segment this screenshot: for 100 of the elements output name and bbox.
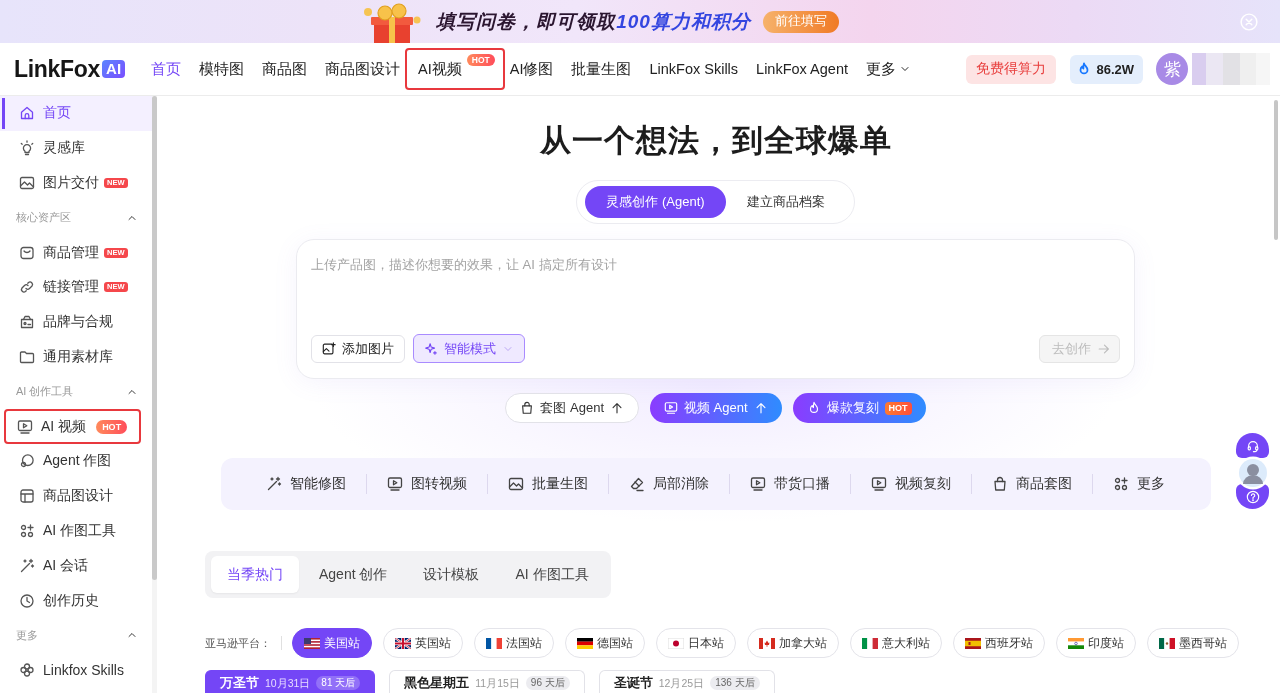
mode-dropdown[interactable]: 智能模式 bbox=[413, 334, 525, 363]
shopping-bag-icon bbox=[992, 476, 1008, 492]
hot-badge: HOT bbox=[466, 54, 495, 66]
countdown-badge: 96 天后 bbox=[525, 676, 570, 690]
category-tab[interactable]: AI 作图工具 bbox=[499, 556, 605, 593]
holiday-date: 10月31日 bbox=[265, 676, 311, 691]
page-title: 从一个想法，到全球爆单 bbox=[539, 122, 892, 160]
sidebar-item[interactable]: 灵感库 bbox=[0, 130, 152, 166]
tool-button[interactable]: 带货口播 bbox=[750, 469, 830, 499]
holiday-tab[interactable]: 圣诞节 12月25日 136 天后 bbox=[598, 670, 775, 693]
video-screen-icon bbox=[17, 418, 33, 435]
banner-headline: 填写问卷，即可领取 bbox=[436, 9, 617, 34]
countdown-badge: 81 天后 bbox=[316, 676, 361, 690]
flag-icon bbox=[577, 637, 593, 649]
layout-icon bbox=[19, 488, 35, 505]
site-chip[interactable]: 印度站 bbox=[1056, 628, 1136, 658]
add-image-button[interactable]: 添加图片 bbox=[311, 334, 405, 363]
video-screen-icon bbox=[387, 476, 403, 492]
nav-link[interactable]: 商品图设计 bbox=[323, 48, 403, 90]
agent-button[interactable]: 套图 Agent bbox=[505, 393, 639, 423]
flag-icon bbox=[668, 637, 684, 649]
id-card-icon bbox=[19, 314, 35, 331]
tool-button[interactable]: 视频复刻 bbox=[871, 469, 951, 499]
nav-link[interactable]: AI视频 HOT bbox=[405, 48, 505, 90]
site-chip[interactable]: 德国站 bbox=[565, 628, 645, 658]
video-screen-icon bbox=[750, 476, 766, 492]
video-screen-icon bbox=[664, 401, 678, 415]
scrollbar-thumb[interactable] bbox=[1274, 100, 1278, 240]
nav-link[interactable]: 批量生图 bbox=[569, 48, 634, 90]
banner-highlight: 100算力和积分 bbox=[616, 9, 751, 34]
flag-icon bbox=[486, 637, 502, 649]
site-chip[interactable]: 西班牙站 bbox=[953, 628, 1045, 658]
shopping-bag-icon bbox=[520, 401, 535, 415]
scrollbar-thumb[interactable] bbox=[152, 96, 157, 580]
agent-button[interactable]: 爆款复刻 HOT bbox=[792, 393, 926, 423]
sidebar-item[interactable]: AI 视频 HOT bbox=[4, 409, 141, 444]
tool-button[interactable]: 图转视频 bbox=[387, 469, 467, 499]
site-chip[interactable]: 加拿大站 bbox=[747, 628, 839, 658]
category-tab[interactable]: 当季热门 bbox=[211, 556, 299, 593]
flag-icon bbox=[862, 637, 878, 649]
link-icon bbox=[19, 279, 35, 296]
tool-button[interactable]: 更多 bbox=[1113, 469, 1165, 499]
sidebar-item[interactable]: 创作历史 bbox=[0, 583, 152, 618]
eraser-icon bbox=[629, 476, 645, 492]
tool-button[interactable]: 局部消除 bbox=[629, 469, 709, 499]
flag-icon bbox=[759, 637, 775, 649]
picture-icon bbox=[19, 175, 35, 191]
video-screen-icon bbox=[871, 476, 887, 492]
folder-icon bbox=[19, 348, 35, 365]
arrow-up-icon bbox=[753, 401, 768, 415]
countdown-badge: 136 天后 bbox=[710, 676, 760, 690]
tool-button[interactable]: 商品套图 bbox=[992, 469, 1072, 499]
tool-button[interactable]: 批量生图 bbox=[508, 469, 588, 499]
sidebar-item[interactable]: 通用素材库 bbox=[0, 339, 152, 375]
nav-menu[interactable]: 更多 bbox=[864, 48, 913, 90]
tool-button[interactable]: 智能修图 bbox=[266, 469, 346, 499]
assistant-avatar-icon[interactable] bbox=[1236, 456, 1270, 490]
sidebar-item[interactable]: 首页 bbox=[0, 96, 152, 131]
holiday-date: 11月15日 bbox=[475, 676, 520, 691]
flag-icon bbox=[304, 637, 320, 649]
sidebar-item[interactable]: AI 作图工具 bbox=[0, 513, 152, 549]
lightbulb-icon bbox=[19, 140, 35, 157]
site-chip[interactable]: 墨西哥站 bbox=[1147, 628, 1239, 658]
site-chip[interactable]: 意大利站 bbox=[850, 628, 942, 658]
site-chip[interactable]: 美国站 bbox=[292, 628, 372, 658]
support-button[interactable] bbox=[1236, 433, 1269, 458]
magic-wand-icon bbox=[266, 476, 282, 492]
arrow-right-icon bbox=[1097, 341, 1111, 356]
agent-button[interactable]: 视频 Agent bbox=[650, 393, 782, 423]
mode-tab[interactable]: 灵感创作 (Agent) bbox=[585, 186, 726, 218]
site-chip[interactable]: 法国站 bbox=[474, 628, 554, 658]
hot-badge: HOT bbox=[884, 401, 912, 415]
logo-wordmark: LinkFox bbox=[14, 55, 101, 83]
prompt-field[interactable]: 上传产品图，描述你想要的效果，让 AI 搞定所有设计 bbox=[311, 256, 1120, 334]
sidebar-item[interactable]: 商品图设计 bbox=[0, 478, 152, 514]
nav-link[interactable]: 首页 bbox=[149, 48, 184, 90]
site-chip[interactable]: 日本站 bbox=[656, 628, 736, 658]
holiday-tab[interactable]: 万圣节 10月31日 81 天后 bbox=[205, 670, 376, 693]
flag-icon bbox=[965, 637, 981, 649]
category-tab[interactable]: 设计模板 bbox=[407, 556, 496, 593]
nav-link[interactable]: AI修图 bbox=[507, 48, 556, 90]
sidebar-item[interactable]: 品牌与合规 bbox=[0, 304, 152, 340]
category-tab[interactable]: Agent 创作 bbox=[303, 556, 404, 593]
balance-button[interactable]: 86.2W bbox=[1070, 54, 1143, 84]
holiday-tab[interactable]: 黑色星期五 11月15日 96 天后 bbox=[389, 670, 585, 693]
holiday-date: 12月25日 bbox=[658, 676, 705, 691]
clover-icon bbox=[19, 662, 35, 679]
nav-link[interactable]: 模特图 bbox=[197, 48, 247, 90]
logo-badge: AI bbox=[102, 60, 126, 78]
sidebar-item[interactable]: Agent 作图 bbox=[0, 443, 152, 479]
sidebar-item[interactable]: Linkfox Skills bbox=[0, 652, 152, 688]
sidebar-item[interactable]: AI 会话 bbox=[0, 548, 152, 584]
nav-link[interactable]: LinkFox Agent bbox=[754, 48, 850, 90]
mode-tab[interactable]: 建立商品档案 bbox=[725, 186, 846, 218]
nav-link[interactable]: 商品图 bbox=[260, 48, 310, 90]
site-chip[interactable]: 英国站 bbox=[383, 628, 463, 658]
box-icon bbox=[19, 244, 35, 261]
nav-link[interactable]: LinkFox Skills bbox=[647, 48, 741, 90]
hot-badge: HOT bbox=[96, 419, 128, 434]
flag-icon bbox=[395, 637, 411, 649]
